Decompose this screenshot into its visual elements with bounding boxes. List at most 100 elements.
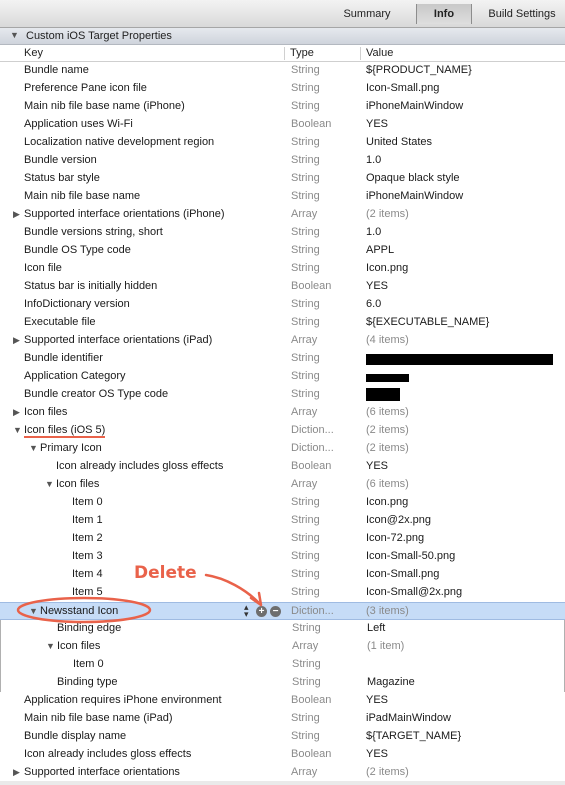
- plist-row[interactable]: Localization native development region St…: [0, 134, 565, 152]
- plist-row[interactable]: Item 1 String Icon@2x.png: [0, 512, 565, 530]
- row-key[interactable]: Bundle creator OS Type code: [24, 388, 168, 400]
- disclosure-closed-icon[interactable]: ▶: [13, 335, 20, 346]
- row-type[interactable]: String: [291, 712, 320, 724]
- row-type[interactable]: Diction...: [291, 424, 334, 436]
- row-type[interactable]: Array: [292, 640, 318, 652]
- row-key[interactable]: Icon files: [56, 478, 99, 490]
- row-type[interactable]: Boolean: [291, 118, 331, 130]
- plist-row[interactable]: ▼ Icon files (iOS 5) Diction... (2 items): [0, 422, 565, 440]
- row-value[interactable]: (6 items): [366, 406, 409, 418]
- row-type[interactable]: Array: [291, 478, 317, 490]
- row-type[interactable]: Boolean: [291, 460, 331, 472]
- row-value[interactable]: (1 item): [367, 640, 404, 652]
- row-type[interactable]: String: [291, 496, 320, 508]
- row-key[interactable]: Bundle identifier: [24, 352, 103, 364]
- row-value[interactable]: United States: [366, 136, 432, 148]
- column-type[interactable]: Type: [290, 47, 314, 59]
- plist-row[interactable]: Bundle display name String ${TARGET_NAME}: [0, 728, 565, 746]
- row-key[interactable]: Item 1: [72, 514, 103, 526]
- row-value[interactable]: Icon-Small@2x.png: [366, 586, 462, 598]
- row-value[interactable]: Icon@2x.png: [366, 514, 431, 526]
- row-value[interactable]: Icon-Small.png: [366, 568, 439, 580]
- row-value[interactable]: iPhoneMainWindow: [366, 100, 463, 112]
- row-value[interactable]: (2 items): [366, 424, 409, 436]
- row-value[interactable]: (2 items): [366, 442, 409, 454]
- add-row-button[interactable]: +: [256, 606, 267, 617]
- type-stepper-icon[interactable]: ▴ ▾: [244, 603, 249, 619]
- row-type[interactable]: String: [291, 370, 320, 382]
- row-key[interactable]: Preference Pane icon file: [24, 82, 147, 94]
- disclosure-closed-icon[interactable]: ▶: [13, 407, 20, 418]
- row-key[interactable]: Status bar style: [24, 172, 100, 184]
- plist-row[interactable]: Bundle name String ${PRODUCT_NAME}: [0, 62, 565, 80]
- row-value[interactable]: 1.0: [366, 154, 381, 166]
- plist-row[interactable]: Main nib file base name (iPhone) String iP…: [0, 98, 565, 116]
- tab-info[interactable]: Info: [416, 4, 472, 24]
- row-key[interactable]: Executable file: [24, 316, 96, 328]
- plist-row[interactable]: ▼ Primary Icon Diction... (2 items): [0, 440, 565, 458]
- row-value[interactable]: Left: [367, 622, 385, 634]
- plist-row[interactable]: Icon file String Icon.png: [0, 260, 565, 278]
- row-type[interactable]: String: [291, 190, 320, 202]
- tab-build-settings[interactable]: Build Settings: [472, 4, 565, 24]
- plist-row[interactable]: Executable file String ${EXECUTABLE_NAME}: [0, 314, 565, 332]
- row-value[interactable]: Magazine: [367, 676, 415, 688]
- disclosure-open-icon[interactable]: ▼: [46, 641, 55, 651]
- row-value[interactable]: (3 items): [366, 605, 409, 617]
- row-value[interactable]: ${TARGET_NAME}: [366, 730, 461, 742]
- row-key[interactable]: Icon already includes gloss effects: [24, 748, 191, 760]
- section-header[interactable]: ▼ Custom iOS Target Properties: [0, 28, 565, 45]
- row-value[interactable]: YES: [366, 118, 388, 130]
- row-type[interactable]: Boolean: [291, 748, 331, 760]
- row-type[interactable]: String: [291, 532, 320, 544]
- row-type[interactable]: Boolean: [291, 280, 331, 292]
- row-key[interactable]: Icon files: [24, 406, 67, 418]
- row-value[interactable]: Icon.png: [366, 496, 408, 508]
- row-value[interactable]: ${EXECUTABLE_NAME}: [366, 316, 489, 328]
- plist-row[interactable]: ▼ Icon files Array (1 item): [0, 638, 565, 656]
- row-type[interactable]: String: [291, 82, 320, 94]
- row-key[interactable]: Item 5: [72, 586, 103, 598]
- plist-row[interactable]: Preference Pane icon file String Icon-Smal…: [0, 80, 565, 98]
- row-key[interactable]: Supported interface orientations (iPad): [24, 334, 212, 346]
- row-key[interactable]: Application Category: [24, 370, 126, 382]
- delete-row-button[interactable]: −: [270, 606, 281, 617]
- row-type[interactable]: String: [291, 298, 320, 310]
- row-type[interactable]: String: [291, 514, 320, 526]
- plist-row[interactable]: InfoDictionary version String 6.0: [0, 296, 565, 314]
- row-key[interactable]: Item 4: [72, 568, 103, 580]
- row-key[interactable]: Bundle display name: [24, 730, 126, 742]
- plist-row[interactable]: ▼ Icon files Array (6 items): [0, 476, 565, 494]
- row-value[interactable]: (4 items): [366, 334, 409, 346]
- row-type[interactable]: String: [291, 172, 320, 184]
- row-type[interactable]: String: [291, 316, 320, 328]
- row-type[interactable]: String: [291, 568, 320, 580]
- row-value[interactable]: YES: [366, 280, 388, 292]
- row-key[interactable]: Icon files (iOS 5): [24, 424, 106, 438]
- plist-row[interactable]: Item 0 String: [0, 656, 565, 674]
- plist-row[interactable]: Application Category String: [0, 368, 565, 386]
- plist-row[interactable]: ▶ Supported interface orientations (iPhon…: [0, 206, 565, 224]
- row-key[interactable]: Supported interface orientations (iPhone…: [24, 208, 225, 220]
- row-type[interactable]: String: [291, 226, 320, 238]
- row-type[interactable]: String: [291, 586, 320, 598]
- plist-row[interactable]: ▶ Icon files Array (6 items): [0, 404, 565, 422]
- plist-row[interactable]: Icon already includes gloss effects Boole…: [0, 746, 565, 764]
- row-value[interactable]: iPhoneMainWindow: [366, 190, 463, 202]
- row-type[interactable]: String: [291, 262, 320, 274]
- row-key[interactable]: Icon file: [24, 262, 62, 274]
- plist-row[interactable]: Bundle identifier String: [0, 350, 565, 368]
- row-type[interactable]: String: [291, 154, 320, 166]
- row-key[interactable]: Item 3: [72, 550, 103, 562]
- row-type[interactable]: Boolean: [291, 694, 331, 706]
- row-key[interactable]: Bundle versions string, short: [24, 226, 163, 238]
- row-key[interactable]: Main nib file base name (iPhone): [24, 100, 185, 112]
- row-key[interactable]: Binding type: [57, 676, 118, 688]
- disclosure-open-icon[interactable]: ▼: [29, 443, 38, 453]
- plist-row[interactable]: Application uses Wi-Fi Boolean YES: [0, 116, 565, 134]
- row-value[interactable]: iPadMainWindow: [366, 712, 451, 724]
- disclosure-open-icon[interactable]: ▼: [13, 425, 22, 435]
- row-key[interactable]: Icon files: [57, 640, 100, 652]
- row-key[interactable]: Item 0: [73, 658, 104, 670]
- plist-row[interactable]: ▶ Supported interface orientations Array (2…: [0, 764, 565, 782]
